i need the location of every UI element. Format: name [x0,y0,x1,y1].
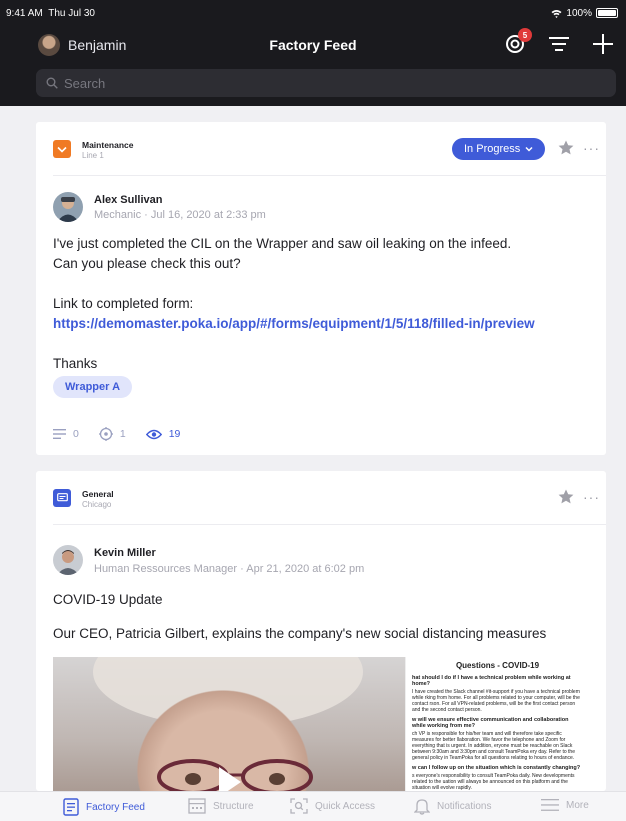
post-body: Our CEO, Patricia Gilbert, explains the … [53,626,547,641]
follows-stat[interactable]: 1 [98,427,126,441]
author-meta: Mechanic · Jul 16, 2020 at 2:33 pm [94,209,266,221]
tab-more[interactable]: More [541,798,589,812]
status-bar: 9:41 AM Thu Jul 30 100% [6,5,618,21]
search-input[interactable] [64,75,544,91]
post-closing: Thanks [53,356,98,371]
tab-factory-feed[interactable]: Factory Feed [63,798,145,816]
comment-lines-icon [53,429,66,439]
status-label: In Progress [464,143,521,155]
author-name[interactable]: Alex Sullivan [94,194,162,206]
follows-count: 1 [119,428,126,440]
document-preview[interactable]: Questions - COVID-19 hat should I do if … [405,657,589,791]
channel-name[interactable]: Maintenance [82,140,134,150]
more-options-button[interactable]: ··· [583,489,603,505]
views-count: 19 [168,428,181,440]
link-prefix: Link to completed form: [53,296,194,311]
structure-icon [188,798,206,814]
battery-icon [596,8,618,18]
notification-badge: 5 [518,28,532,42]
chevron-down-icon [525,146,533,152]
tab-structure[interactable]: Structure [188,798,254,814]
document-question: w will we ensure effective communication… [412,717,569,729]
star-icon[interactable] [557,488,575,506]
document-answer: s everyone's responsibility to consult T… [412,773,575,791]
document-question: hat should I do if I have a technical pr… [412,675,571,687]
bottom-tab-bar: Factory Feed Structure Quick Access Noti… [0,791,626,821]
channel-icon [53,489,71,507]
battery-percent: 100% [566,7,592,19]
chevron-down-icon [57,146,67,153]
divider [53,524,606,525]
author-meta: Human Ressources Manager · Apr 21, 2020 … [94,563,365,575]
menu-icon [541,799,559,811]
user-avatar[interactable] [38,34,60,56]
comments-count: 0 [73,428,79,440]
wifi-icon [551,9,562,18]
comments-stat[interactable]: 0 [53,428,79,440]
author-avatar[interactable] [53,192,83,222]
star-icon[interactable] [557,139,575,157]
chat-icon [56,493,68,502]
search-icon [46,77,58,89]
tab-notifications[interactable]: Notifications [414,798,491,815]
channel-name[interactable]: General [82,489,114,499]
tab-label: More [566,799,589,811]
post-text-line: I've just completed the CIL on the Wrapp… [53,236,512,251]
post-title: COVID-19 Update [53,592,163,607]
filter-icon [549,37,569,51]
add-post-button[interactable] [590,31,616,57]
document-question: w can I follow up on the situation which… [412,765,581,771]
top-navigation: 9:41 AM Thu Jul 30 100% Benjamin Factory… [0,0,626,106]
status-dropdown[interactable]: In Progress [452,138,546,160]
more-options-button[interactable]: ··· [583,140,603,156]
channel-location: Line 1 [82,151,104,160]
status-date: Thu Jul 30 [48,7,95,19]
channel-icon [53,140,71,158]
document-title: Questions - COVID-19 [455,661,540,670]
tab-label: Quick Access [315,800,376,812]
author-name[interactable]: Kevin Miller [94,547,156,559]
scan-icon [290,798,308,814]
video-thumbnail[interactable] [53,657,405,791]
tab-quick-access[interactable]: Quick Access [290,798,375,814]
document-answer: ch VP is responsible for his/her team an… [412,731,575,761]
tab-label: Factory Feed [86,801,145,813]
tab-label: Structure [213,800,254,812]
author-avatar[interactable] [53,545,83,575]
avatar-image [53,192,83,222]
post-card-general[interactable]: General Chicago ··· Kevin Miller Human R… [36,471,606,791]
post-stats: 0 1 19 [53,427,180,441]
equipment-tag[interactable]: Wrapper A [53,376,133,398]
channel-location: Chicago [82,500,112,509]
avatar-image [53,545,83,575]
user-name[interactable]: Benjamin [68,37,126,53]
post-body: I've just completed the CIL on the Wrapp… [53,234,590,374]
status-time-date: 9:41 AM Thu Jul 30 [6,8,95,19]
header-actions: 5 [502,28,616,57]
divider [53,175,606,176]
status-right: 100% [551,8,618,19]
status-time: 9:41 AM [6,7,43,19]
eye-icon [145,429,162,439]
post-link-paragraph: Link to completed form: https://demomast… [53,294,590,334]
bell-icon [414,799,430,815]
filter-button[interactable] [546,31,572,57]
search-bar[interactable] [36,69,616,97]
form-link[interactable]: https://demomaster.poka.io/app/#/forms/e… [53,316,535,331]
play-icon[interactable] [219,767,241,791]
document-answer: I have created the Slack channel #it-sup… [412,689,580,713]
target-icon [98,427,113,441]
activity-button[interactable]: 5 [502,28,532,57]
post-card-maintenance[interactable]: Maintenance Line 1 In Progress ··· Alex … [36,122,606,455]
plus-icon [593,34,613,54]
nav-row: Benjamin Factory Feed 5 [0,28,626,62]
views-stat[interactable]: 19 [145,428,181,440]
feed-icon [63,798,79,816]
tab-label: Notifications [437,801,492,812]
post-text-line: Can you please check this out? [53,256,241,271]
